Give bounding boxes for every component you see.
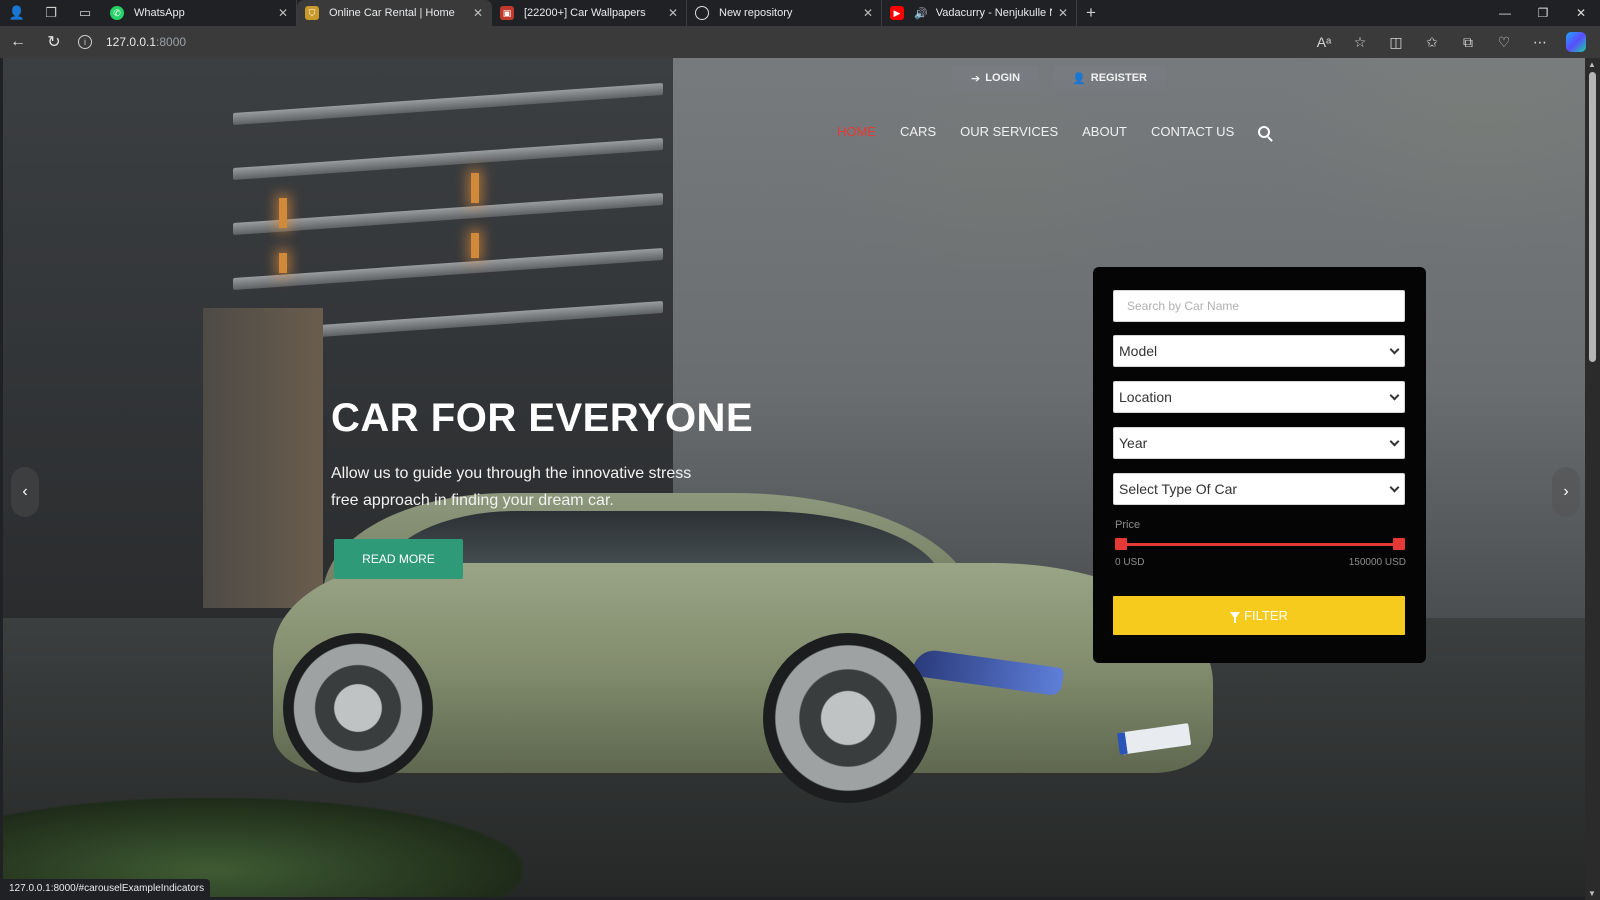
tab-car-wallpapers[interactable]: ▣ [22200+] Car Wallpapers ✕ xyxy=(492,0,687,26)
search-icon[interactable] xyxy=(1258,125,1271,138)
car-name-search-input[interactable]: Search by Car Name xyxy=(1113,290,1405,322)
github-icon xyxy=(695,6,709,20)
carousel-next-icon[interactable]: › xyxy=(1552,467,1580,517)
collections-icon[interactable]: ⧉ xyxy=(1450,26,1486,58)
filter-label: FILTER xyxy=(1244,608,1288,623)
tab-new-repository[interactable]: New repository ✕ xyxy=(687,0,882,26)
filter-button[interactable]: FILTER xyxy=(1113,596,1405,635)
wallpapers-favicon: ▣ xyxy=(500,6,514,20)
minimize-icon[interactable]: — xyxy=(1486,0,1524,26)
price-min-value: 0 USD xyxy=(1115,557,1145,568)
user-plus-icon: 👤 xyxy=(1072,72,1086,85)
page-scrollbar[interactable]: ▲ ▼ xyxy=(1585,58,1600,900)
workspaces-icon[interactable]: ❐ xyxy=(34,0,68,26)
price-max-value: 150000 USD xyxy=(1348,557,1406,568)
sign-in-icon: ➔ xyxy=(971,72,981,85)
tab-actions-icon[interactable]: ▭ xyxy=(68,0,102,26)
close-tab-icon[interactable]: ✕ xyxy=(473,6,483,20)
site-favicon: ⛉ xyxy=(305,6,319,20)
auth-bar: ➔ LOGIN 👤 REGISTER xyxy=(952,66,1166,90)
filter-icon xyxy=(1230,612,1241,623)
car-type-select-value: Select Type Of Car xyxy=(1119,481,1238,497)
carousel-prev-icon[interactable]: ‹ xyxy=(11,467,39,517)
close-tab-icon[interactable]: ✕ xyxy=(668,6,678,20)
year-select-value: Year xyxy=(1119,435,1148,451)
building-light xyxy=(471,233,479,258)
refresh-icon[interactable]: ↻ xyxy=(36,26,72,58)
nav-cars[interactable]: CARS xyxy=(900,124,936,139)
tab-vadacurry[interactable]: ▶ 🔊 Vadacurry - Nenjukulle Nee ✕ xyxy=(882,0,1077,26)
location-select-value: Location xyxy=(1119,389,1172,405)
url-host: 127.0.0.1 xyxy=(106,35,157,49)
youtube-icon: ▶ xyxy=(890,6,904,20)
read-aloud-icon[interactable]: Aᵃ xyxy=(1306,26,1342,58)
building-light xyxy=(279,253,287,273)
tab-title: WhatsApp xyxy=(134,7,185,19)
browser-toolbar: Aᵃ ☆ ◫ ✩ ⧉ ♡ ⋯ xyxy=(1306,26,1594,58)
window-controls: — ❐ ✕ xyxy=(1486,0,1600,26)
tab-title: [22200+] Car Wallpapers xyxy=(524,7,646,19)
close-window-icon[interactable]: ✕ xyxy=(1562,0,1600,26)
chevron-down-icon xyxy=(1389,344,1400,355)
car-filter-panel: Search by Car Name Model Location Year S… xyxy=(1093,267,1426,663)
profile-icon[interactable]: 👤 xyxy=(0,0,34,26)
tab-title: Vadacurry - Nenjukulle Nee xyxy=(935,7,1052,19)
main-nav: HOME CARS OUR SERVICES ABOUT CONTACT US xyxy=(837,124,1271,139)
split-screen-icon[interactable]: ◫ xyxy=(1378,26,1414,58)
location-select[interactable]: Location xyxy=(1113,381,1405,413)
copilot-icon[interactable] xyxy=(1558,26,1594,58)
tab-title: New repository xyxy=(719,7,793,19)
tab-title: Online Car Rental | Home xyxy=(329,7,455,19)
model-select[interactable]: Model xyxy=(1113,335,1405,367)
page-viewport: ➔ LOGIN 👤 REGISTER HOME CARS OUR SERVICES … xyxy=(3,58,1585,897)
back-icon[interactable]: ← xyxy=(0,26,36,58)
favorite-star-icon[interactable]: ☆ xyxy=(1342,26,1378,58)
scroll-down-icon[interactable]: ▼ xyxy=(1588,889,1596,898)
whatsapp-icon: ✆ xyxy=(110,6,124,20)
price-max-handle[interactable] xyxy=(1393,538,1405,550)
nav-home[interactable]: HOME xyxy=(837,124,876,139)
scroll-up-icon[interactable]: ▲ xyxy=(1588,60,1596,69)
status-url: 127.0.0.1:8000/#carouselExampleIndicator… xyxy=(3,879,211,897)
car-type-select[interactable]: Select Type Of Car xyxy=(1113,473,1405,505)
building-light xyxy=(471,173,479,203)
close-tab-icon[interactable]: ✕ xyxy=(278,6,288,20)
scrollbar-thumb[interactable] xyxy=(1589,72,1596,362)
favorites-icon[interactable]: ✩ xyxy=(1414,26,1450,58)
site-info-icon[interactable]: i xyxy=(78,35,92,49)
price-min-handle[interactable] xyxy=(1115,538,1127,550)
nav-contact-us[interactable]: CONTACT US xyxy=(1151,124,1234,139)
read-more-button[interactable]: READ MORE xyxy=(334,539,463,579)
close-tab-icon[interactable]: ✕ xyxy=(1058,6,1068,20)
address-field[interactable]: i 127.0.0.1:8000 xyxy=(78,35,186,49)
login-label: LOGIN xyxy=(985,72,1021,84)
more-options-icon[interactable]: ⋯ xyxy=(1522,26,1558,58)
address-bar-row: ← ↻ i 127.0.0.1:8000 Aᵃ ☆ ◫ ✩ ⧉ ♡ ⋯ xyxy=(0,26,1600,58)
url-port: :8000 xyxy=(156,35,187,49)
new-tab-button[interactable]: + xyxy=(1077,3,1105,23)
browser-essentials-icon[interactable]: ♡ xyxy=(1486,26,1522,58)
speaker-icon[interactable]: 🔊 xyxy=(914,7,928,20)
tab-online-car-rental[interactable]: ⛉ Online Car Rental | Home ✕ xyxy=(297,0,492,26)
price-range-track[interactable] xyxy=(1121,543,1399,546)
nav-our-services[interactable]: OUR SERVICES xyxy=(960,124,1058,139)
nav-about[interactable]: ABOUT xyxy=(1082,124,1127,139)
price-label: Price xyxy=(1115,519,1141,531)
year-select[interactable]: Year xyxy=(1113,427,1405,459)
register-label: REGISTER xyxy=(1090,72,1147,84)
chevron-down-icon xyxy=(1389,482,1400,493)
hero-title: CAR FOR EVERYONE xyxy=(331,396,754,440)
model-select-value: Model xyxy=(1119,343,1158,359)
hero-description: Allow us to guide you through the innova… xyxy=(331,465,692,509)
register-button[interactable]: 👤 REGISTER xyxy=(1053,66,1166,90)
tab-whatsapp[interactable]: ✆ WhatsApp ✕ xyxy=(102,0,297,26)
restore-icon[interactable]: ❐ xyxy=(1524,0,1562,26)
chevron-down-icon xyxy=(1389,390,1400,401)
building-light xyxy=(279,198,287,228)
close-tab-icon[interactable]: ✕ xyxy=(863,6,873,20)
browser-tab-bar: 👤 ❐ ▭ ✆ WhatsApp ✕ ⛉ Online Car Rental |… xyxy=(0,0,1600,26)
chevron-down-icon xyxy=(1389,436,1400,447)
login-button[interactable]: ➔ LOGIN xyxy=(952,66,1040,90)
